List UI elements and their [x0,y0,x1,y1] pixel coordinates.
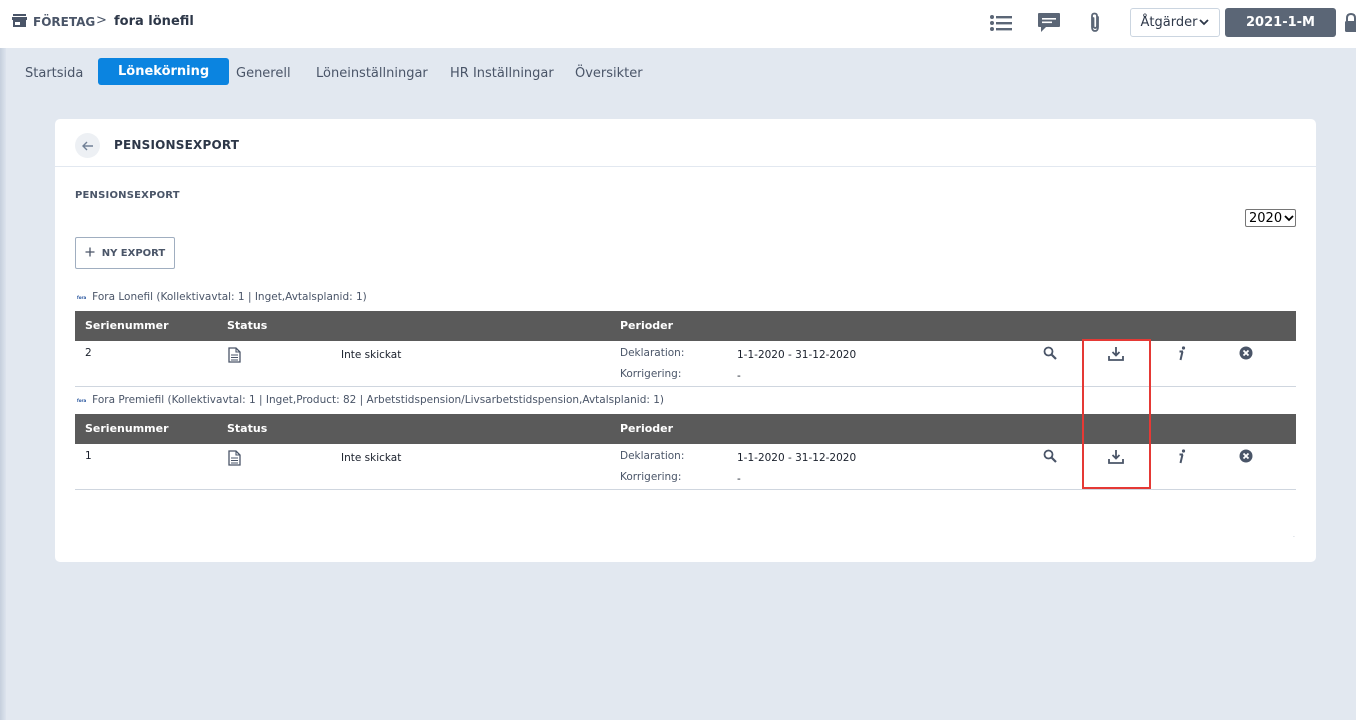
year-select[interactable]: 2020 [1245,209,1296,227]
breadcrumb-page: fora lönefil [114,14,194,29]
new-export-label: NY EXPORT [101,247,166,259]
correction-value: - [737,473,741,485]
correction-label: Korrigering: [620,471,682,483]
back-button[interactable] [75,133,100,158]
declaration-label: Deklaration: [620,450,685,462]
plus-icon [85,247,95,260]
column-header-serial: Serienummer [85,422,169,435]
tab-oversikter[interactable]: Översikter [575,62,643,85]
serial-number: 2 [85,347,92,359]
group-label-text: Fora Premiefil (Kollektivavtal: 1 | Inge… [92,394,665,406]
search-icon[interactable] [1041,344,1059,362]
list-icon[interactable] [988,10,1014,36]
column-header-periods: Perioder [620,319,674,332]
serial-number: 1 [85,450,92,462]
correction-value: - [737,370,741,382]
breadcrumb-separator: > [96,13,107,28]
status-text: Inte skickat [341,349,402,361]
correction-label: Korrigering: [620,368,682,380]
declaration-value: 1-1-2020 - 31-12-2020 [737,452,857,464]
tab-lonekorning[interactable]: Lönekörning [98,58,230,85]
highlight-box [1082,339,1151,489]
tab-loneinstallningar[interactable]: Löneinställningar [316,62,428,85]
column-header-status: Status [227,422,268,435]
new-export-button[interactable]: NY EXPORT [75,237,175,269]
column-header-status: Status [227,319,268,332]
tab-startsida[interactable]: Startsida [25,62,83,85]
store-icon [12,14,27,30]
arrow-left-icon [81,136,94,155]
column-header-serial: Serienummer [85,319,169,332]
info-icon[interactable] [1173,447,1191,465]
status-text: Inte skickat [341,452,402,464]
group-label-lonefil: fora Fora Lonefil (Kollektivavtal: 1 | I… [77,291,367,303]
chevron-down-icon [1284,211,1294,226]
actions-dropdown-label: Åtgärder [1140,15,1198,30]
tab-hr-installningar[interactable]: HR Inställningar [450,62,554,85]
info-icon[interactable] [1173,344,1191,362]
column-header-periods: Perioder [620,422,674,435]
search-icon[interactable] [1041,447,1059,465]
tab-generell[interactable]: Generell [236,62,291,85]
period-button-label: 2021-1-M [1246,15,1315,30]
declaration-label: Deklaration: [620,347,685,359]
period-button[interactable]: 2021-1-M [1225,8,1336,37]
breadcrumb-company-label: FÖRETAG [33,15,96,29]
fora-logo: fora [77,397,87,403]
left-edge-shadow [0,48,6,720]
delete-icon[interactable] [1237,344,1255,362]
group-label-premiefil: fora Fora Premiefil (Kollektivavtal: 1 |… [77,394,664,406]
fora-logo: fora [77,294,87,300]
group-label-text: Fora Lonefil (Kollektivavtal: 1 | Inget,… [92,291,367,303]
year-select-value: 2020 [1249,210,1283,226]
table-header: Serienummer Status Perioder [75,311,1296,341]
card-divider [55,166,1316,167]
document-icon [225,449,243,467]
document-icon [225,346,243,364]
chevron-down-icon [1199,15,1210,30]
page-title: PENSIONSEXPORT [114,138,240,152]
section-title: PENSIONSEXPORT [75,190,180,201]
lock-icon[interactable] [1343,12,1356,34]
delete-icon[interactable] [1237,447,1255,465]
declaration-value: 1-1-2020 - 31-12-2020 [737,349,857,361]
top-bar: FÖRETAG > fora lönefil Åtgärder 2021-1-M [0,0,1356,48]
paperclip-icon[interactable] [1082,10,1108,36]
chat-icon[interactable] [1036,10,1062,36]
footer-mark: . [1293,532,1295,539]
breadcrumb-company[interactable]: FÖRETAG [12,14,95,30]
actions-dropdown[interactable]: Åtgärder [1130,8,1220,37]
